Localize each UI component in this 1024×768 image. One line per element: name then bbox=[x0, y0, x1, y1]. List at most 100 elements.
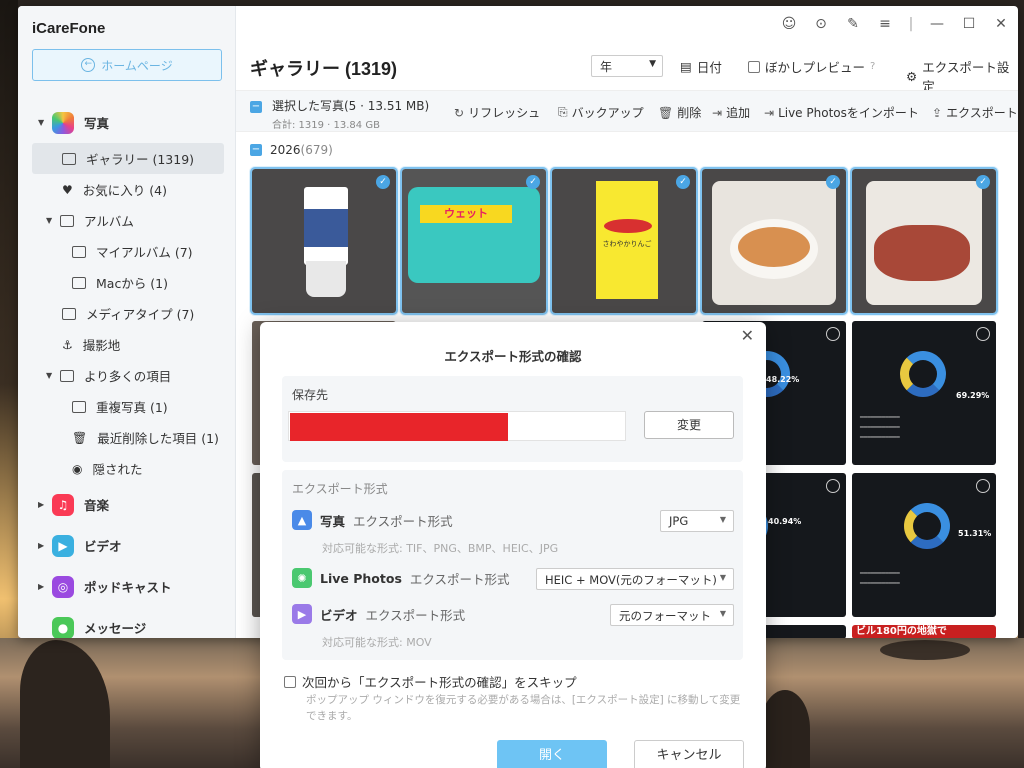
app-title: iCareFone bbox=[32, 20, 106, 37]
gear-icon: ⚙ bbox=[906, 68, 918, 84]
save-path-field[interactable] bbox=[288, 411, 626, 441]
sidebar-nav: ▼ 写真 ギャラリー (1319) ♥ お気に入り (4) ▼ アルバム マイア… bbox=[18, 102, 236, 638]
date-sort-button[interactable]: ▤ 日付 bbox=[680, 57, 722, 76]
refresh-button[interactable]: ↻ リフレッシュ bbox=[454, 104, 540, 121]
skip-checkbox[interactable] bbox=[284, 675, 296, 688]
import-live-photos-button[interactable]: ⇥ Live Photosをインポート bbox=[764, 104, 919, 121]
refresh-icon: ↻ bbox=[454, 105, 465, 120]
year-label: 2026 bbox=[270, 143, 301, 157]
year-select[interactable]: 年 ▼ bbox=[591, 55, 663, 77]
close-icon[interactable]: ✕ bbox=[741, 326, 754, 345]
selection-info: − 選択した写真(5 · 13.51 MB) 合計: 1319 · 13.84 … bbox=[250, 97, 429, 131]
backup-button[interactable]: ⎘ バックアップ bbox=[558, 104, 644, 121]
live-format-sub: エクスポート形式 bbox=[409, 571, 510, 587]
video-format-value: 元のフォーマット bbox=[619, 609, 711, 623]
sidebar-item-my-album[interactable]: マイアルバム (7) bbox=[18, 236, 236, 267]
open-button[interactable]: 開く bbox=[497, 740, 607, 768]
photo-thumbnail[interactable]: ✓ bbox=[250, 167, 398, 315]
sidebar-item-location[interactable]: ⚓ 撮影地 bbox=[18, 329, 236, 360]
sidebar-item-duplicates[interactable]: 重複写真 (1) bbox=[18, 391, 236, 422]
eye-icon: ◉ bbox=[72, 461, 83, 476]
sidebar-item-photos[interactable]: ▼ 写真 bbox=[18, 102, 236, 143]
sidebar-item-podcast[interactable]: ▶ ◎ ポッドキャスト bbox=[18, 566, 236, 607]
maximize-icon[interactable]: ☐ bbox=[960, 16, 978, 32]
heart-icon: ♥ bbox=[62, 182, 73, 197]
caret-down-icon: ▼ bbox=[46, 216, 53, 225]
blur-preview-toggle[interactable]: ぼかしプレビュー ? bbox=[748, 57, 875, 76]
photo-thumbnail[interactable]: ウェット ✓ bbox=[400, 167, 548, 315]
live-photos-format-row: ✺ Live Photos エクスポート形式 bbox=[292, 568, 510, 588]
import-icon: ⇥ bbox=[764, 105, 775, 120]
close-icon[interactable]: ✕ bbox=[992, 16, 1010, 32]
photo-thumbnail[interactable]: ✓ bbox=[700, 167, 848, 315]
export-format-panel: エクスポート形式 ▲ 写真 エクスポート形式 JPG ▼ 対応可能な形式: TI… bbox=[282, 470, 743, 660]
year-select-checkbox[interactable]: − bbox=[250, 144, 262, 156]
minimize-icon[interactable]: — bbox=[928, 16, 946, 32]
live-format-select[interactable]: HEIC + MOV(元のフォーマット) ▼ bbox=[536, 568, 734, 590]
video-format-select[interactable]: 元のフォーマット ▼ bbox=[610, 604, 734, 626]
blur-preview-checkbox[interactable] bbox=[748, 60, 760, 73]
sidebar-item-label: 最近削除した項目 (1) bbox=[97, 431, 219, 446]
download-icon[interactable]: ⊙ bbox=[812, 16, 830, 32]
delete-button[interactable]: 🗑 削除 bbox=[658, 104, 701, 121]
stats-rows: ━━━━━━━━━━━ ━━━━━━━━━━━ bbox=[860, 570, 900, 587]
photo-format-sub: エクスポート形式 bbox=[353, 513, 453, 529]
photo-format-select[interactable]: JPG ▼ bbox=[660, 510, 734, 532]
sidebar-item-more[interactable]: ▼ より多くの項目 bbox=[18, 360, 236, 391]
tube-cap bbox=[306, 261, 346, 297]
import-icon: ⇥ bbox=[712, 105, 723, 120]
photo-thumbnail[interactable]: ✓ bbox=[850, 167, 998, 315]
wipes-package bbox=[408, 187, 540, 283]
sidebar-item-label: 撮影地 bbox=[82, 338, 121, 353]
sidebar-item-video[interactable]: ▶ ▶ ビデオ bbox=[18, 525, 236, 566]
sidebar-item-favorites[interactable]: ♥ お気に入り (4) bbox=[18, 174, 236, 205]
skip-hint: ポップアップ ウィンドウを復元する必要がある場合は、[エクスポート設定] に移動… bbox=[306, 694, 741, 722]
change-path-button[interactable]: 変更 bbox=[644, 411, 734, 439]
feedback-icon[interactable]: ✎ bbox=[844, 16, 862, 32]
desktop-rock bbox=[760, 690, 810, 768]
photo-thumbnail[interactable]: 69.29% ━━━━━━━━━━━ ━━━━━━━━━━━ ━━━━━━━━━━━ bbox=[852, 321, 996, 465]
sidebar-item-media-type[interactable]: メディアタイプ (7) bbox=[18, 298, 236, 329]
sidebar-item-label: アルバム bbox=[84, 214, 134, 229]
trash-icon: 🗑 bbox=[72, 430, 88, 445]
tube-label bbox=[304, 209, 348, 247]
duplicate-icon bbox=[72, 400, 86, 413]
food-contents bbox=[738, 227, 810, 267]
delete-label: 削除 bbox=[677, 106, 702, 120]
blur-preview-label: ぼかしプレビュー bbox=[765, 60, 866, 75]
video-format-sub: エクスポート形式 bbox=[365, 607, 466, 623]
home-button[interactable]: ← ホームページ bbox=[32, 49, 222, 81]
menu-icon[interactable]: ≡ bbox=[876, 16, 894, 32]
live-format-value: HEIC + MOV(元のフォーマット) bbox=[545, 573, 717, 587]
sidebar-item-label: 隠された bbox=[92, 462, 143, 477]
skip-confirmation-row[interactable]: 次回から「エクスポート形式の確認」をスキップ bbox=[284, 672, 577, 691]
photo-thumbnail[interactable]: さわやかりんご ✓ bbox=[550, 167, 698, 315]
sidebar-item-album[interactable]: ▼ アルバム bbox=[18, 205, 236, 236]
caret-right-icon: ▶ bbox=[38, 582, 45, 591]
photo-format-value: JPG bbox=[669, 514, 689, 528]
computer-icon bbox=[72, 276, 86, 289]
selected-check-icon: ✓ bbox=[376, 175, 390, 189]
total-label: 合計: 1319 · 13.84 GB bbox=[272, 120, 380, 131]
sidebar-item-music[interactable]: ▶ ♫ 音楽 bbox=[18, 484, 236, 525]
sidebar-item-from-mac[interactable]: Macから (1) bbox=[18, 267, 236, 298]
select-all-checkbox[interactable]: − bbox=[250, 101, 262, 113]
export-button[interactable]: ⇪ エクスポート bbox=[932, 104, 1018, 121]
user-icon[interactable]: ☺ bbox=[780, 16, 798, 32]
chevron-down-icon: ▼ bbox=[649, 59, 656, 69]
photo-thumbnail[interactable]: 51.31% ━━━━━━━━━━━ ━━━━━━━━━━━ bbox=[852, 473, 996, 617]
sidebar-item-messages[interactable]: ● メッセージ bbox=[18, 607, 236, 638]
video-app-icon: ▶ bbox=[52, 534, 74, 557]
sidebar-item-label: 写真 bbox=[84, 116, 110, 131]
help-icon[interactable]: ? bbox=[870, 61, 875, 72]
live-format-name: Live Photos bbox=[320, 570, 402, 586]
photo-thumbnail[interactable]: ビル180円の地獄で bbox=[852, 625, 996, 638]
sidebar-item-hidden[interactable]: ◉ 隠された bbox=[18, 453, 236, 484]
cancel-button[interactable]: キャンセル bbox=[634, 740, 744, 768]
sidebar-item-gallery[interactable]: ギャラリー (1319) bbox=[32, 143, 224, 174]
sidebar-item-recently-deleted[interactable]: 🗑 最近削除した項目 (1) bbox=[18, 422, 236, 453]
video-icon: ▶ bbox=[292, 604, 312, 624]
export-icon: ⇪ bbox=[932, 105, 943, 120]
add-button[interactable]: ⇥ 追加 bbox=[712, 104, 750, 121]
sidebar-item-label: ビデオ bbox=[84, 539, 122, 554]
